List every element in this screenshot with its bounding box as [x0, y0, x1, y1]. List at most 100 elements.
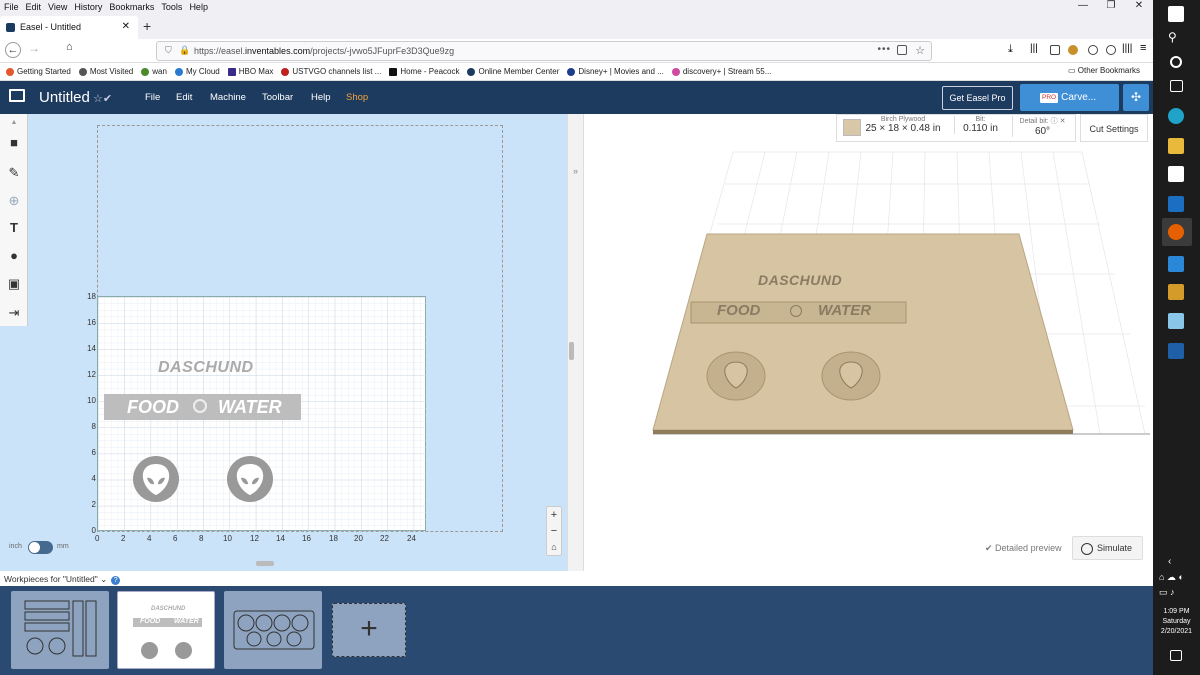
edge-icon[interactable] — [1168, 108, 1184, 124]
pocket-icon[interactable] — [897, 45, 907, 55]
new-tab-icon[interactable]: + — [143, 18, 151, 34]
menu-help[interactable]: Help — [189, 2, 208, 12]
volume-network-icons[interactable]: ▭ ♪ — [1159, 587, 1195, 603]
app4-icon[interactable] — [1168, 343, 1184, 359]
firefox-icon[interactable] — [1168, 224, 1184, 240]
cut-settings-button[interactable]: Cut Settings — [1080, 114, 1148, 142]
preview-pane[interactable] — [585, 114, 1153, 571]
home-icon[interactable]: ⌂ — [66, 41, 73, 53]
carve-options-icon[interactable]: ✣ — [1123, 84, 1149, 111]
close-icon[interactable]: ✕ — [1060, 118, 1066, 125]
menu-edit[interactable]: Edit — [26, 2, 42, 12]
sidebar-icon[interactable] — [1050, 45, 1060, 55]
system-tray-icons[interactable]: ⌂ ☁ ◐ — [1159, 572, 1195, 588]
detail-bit-info[interactable]: Detail bit: ⓘ ✕ 60° — [1012, 116, 1072, 137]
lock-icon[interactable]: 🔒 — [179, 45, 190, 56]
app2-icon[interactable] — [1168, 284, 1184, 300]
library-icon[interactable]: ||| — [1030, 43, 1040, 54]
material-info[interactable]: Birch Plywood 25 × 18 × 0.48 in — [862, 116, 944, 134]
easel-menu-file[interactable]: File — [145, 92, 160, 103]
hamburger-menu-icon[interactable]: ≡ — [1140, 42, 1150, 54]
import-icon[interactable]: ⇥ — [7, 306, 21, 320]
easel-menu-shop[interactable]: Shop — [346, 92, 368, 103]
resize-handle[interactable] — [256, 561, 274, 566]
bookmark-item[interactable]: Most Visited — [78, 67, 133, 76]
other-bookmarks[interactable]: ▭ Other Bookmarks — [1068, 66, 1140, 75]
project-title[interactable]: Untitled — [39, 89, 90, 106]
menu-file[interactable]: File — [4, 2, 19, 12]
menu-bookmarks[interactable]: Bookmarks — [109, 2, 154, 12]
extension3-icon[interactable]: |||| — [1122, 43, 1132, 54]
bookmark-item[interactable]: USTVGO channels list ... — [281, 67, 381, 76]
shapes-icon[interactable]: ■ — [7, 136, 21, 150]
bookmark-item[interactable]: My Cloud — [174, 67, 220, 76]
forward-arrow-icon[interactable]: → — [28, 41, 40, 55]
bookmark-item[interactable]: Home - Peacock — [389, 67, 459, 76]
material-swatch[interactable] — [843, 119, 861, 136]
file-explorer-icon[interactable] — [1168, 138, 1184, 154]
alien-icon[interactable] — [227, 456, 273, 502]
bookmark-item[interactable]: Online Member Center — [467, 67, 559, 76]
tab-close-icon[interactable]: ✕ — [122, 21, 130, 32]
bookmark-star-icon[interactable]: ☆ — [915, 44, 925, 57]
extension-icon[interactable] — [1088, 45, 1098, 55]
store-icon[interactable] — [1168, 166, 1184, 182]
cortana-icon[interactable] — [1170, 56, 1182, 68]
apple-icon[interactable]: ● — [7, 249, 21, 263]
menu-tools[interactable]: Tools — [161, 2, 182, 12]
carve-button[interactable]: PRO Carve... — [1020, 84, 1119, 111]
favorite-star-icon[interactable]: ☆✔ — [93, 92, 112, 105]
help-icon[interactable]: ? — [111, 576, 121, 585]
bookmark-item[interactable]: wan — [141, 67, 167, 76]
workpiece-thumbnail[interactable] — [11, 591, 109, 669]
bookmark-item[interactable]: HBO Max — [227, 67, 273, 76]
collapse-icon[interactable]: ▲ — [7, 116, 21, 130]
help-icon[interactable]: ⓘ — [1051, 118, 1058, 125]
easel-menu-help[interactable]: Help — [311, 92, 331, 103]
easel-menu-toolbar[interactable]: Toolbar — [262, 92, 293, 103]
alien-icon[interactable] — [133, 456, 179, 502]
url-bar[interactable]: ⛉ 🔒 https://easel.inventables.com/projec… — [156, 41, 932, 61]
daschund-text-object[interactable]: DASCHUND — [158, 359, 254, 377]
box-icon[interactable]: ▣ — [7, 277, 21, 291]
add-workpiece-button[interactable]: + — [332, 603, 406, 657]
search-icon[interactable]: ⚲ — [1168, 30, 1184, 46]
app3-icon[interactable] — [1168, 313, 1184, 329]
workpiece-thumbnail-active[interactable]: DASCHUND FOOD WATER — [117, 591, 215, 669]
account-icon[interactable] — [1068, 45, 1078, 55]
extension2-icon[interactable] — [1106, 45, 1116, 55]
windows-start-icon[interactable] — [1168, 6, 1184, 22]
chevron-right-icon[interactable]: » — [573, 166, 578, 176]
notification-icon[interactable] — [1170, 650, 1182, 661]
bookmark-item[interactable]: discovery+ | Stream 55... — [671, 67, 771, 76]
get-easel-pro-button[interactable]: Get Easel Pro — [942, 86, 1013, 110]
browser-tab[interactable]: Easel - Untitled ✕ — [0, 16, 138, 39]
shield-icon[interactable]: ⛉ — [165, 45, 172, 56]
easel-menu-machine[interactable]: Machine — [210, 92, 246, 103]
menu-history[interactable]: History — [74, 2, 102, 12]
easel-logo-icon[interactable] — [9, 89, 25, 102]
menu-view[interactable]: View — [48, 2, 67, 12]
bookmark-item[interactable]: Getting Started — [6, 67, 71, 76]
easel-menu-edit[interactable]: Edit — [176, 92, 192, 103]
target-icon[interactable]: ⊕ — [7, 194, 21, 208]
divider-grip[interactable] — [569, 342, 574, 360]
page-actions-icon[interactable]: ••• — [877, 44, 891, 55]
unit-toggle[interactable] — [28, 541, 53, 554]
zoom-out-icon[interactable]: − — [547, 523, 561, 539]
mail-icon[interactable] — [1168, 196, 1184, 212]
workpiece-thumbnail[interactable] — [224, 591, 322, 669]
text-icon[interactable]: T — [7, 221, 21, 235]
chevron-left-icon[interactable]: ‹ — [1168, 556, 1184, 572]
home-view-icon[interactable]: ⌂ — [547, 539, 561, 555]
bit-info[interactable]: Bit: 0.110 in — [954, 116, 1006, 134]
simulate-button[interactable]: Simulate — [1072, 536, 1143, 560]
chevron-down-icon[interactable]: ⌄ — [100, 574, 107, 584]
back-arrow-icon[interactable]: ← — [5, 42, 21, 58]
pen-icon[interactable]: ✎ — [7, 166, 21, 180]
detailed-preview-toggle[interactable]: ✔ Detailed preview — [985, 543, 1062, 554]
download-icon[interactable]: ⤓ — [1008, 43, 1018, 55]
zoom-in-icon[interactable]: + — [547, 507, 561, 523]
bookmark-item[interactable]: Disney+ | Movies and ... — [567, 67, 664, 76]
task-view-icon[interactable] — [1170, 80, 1183, 92]
